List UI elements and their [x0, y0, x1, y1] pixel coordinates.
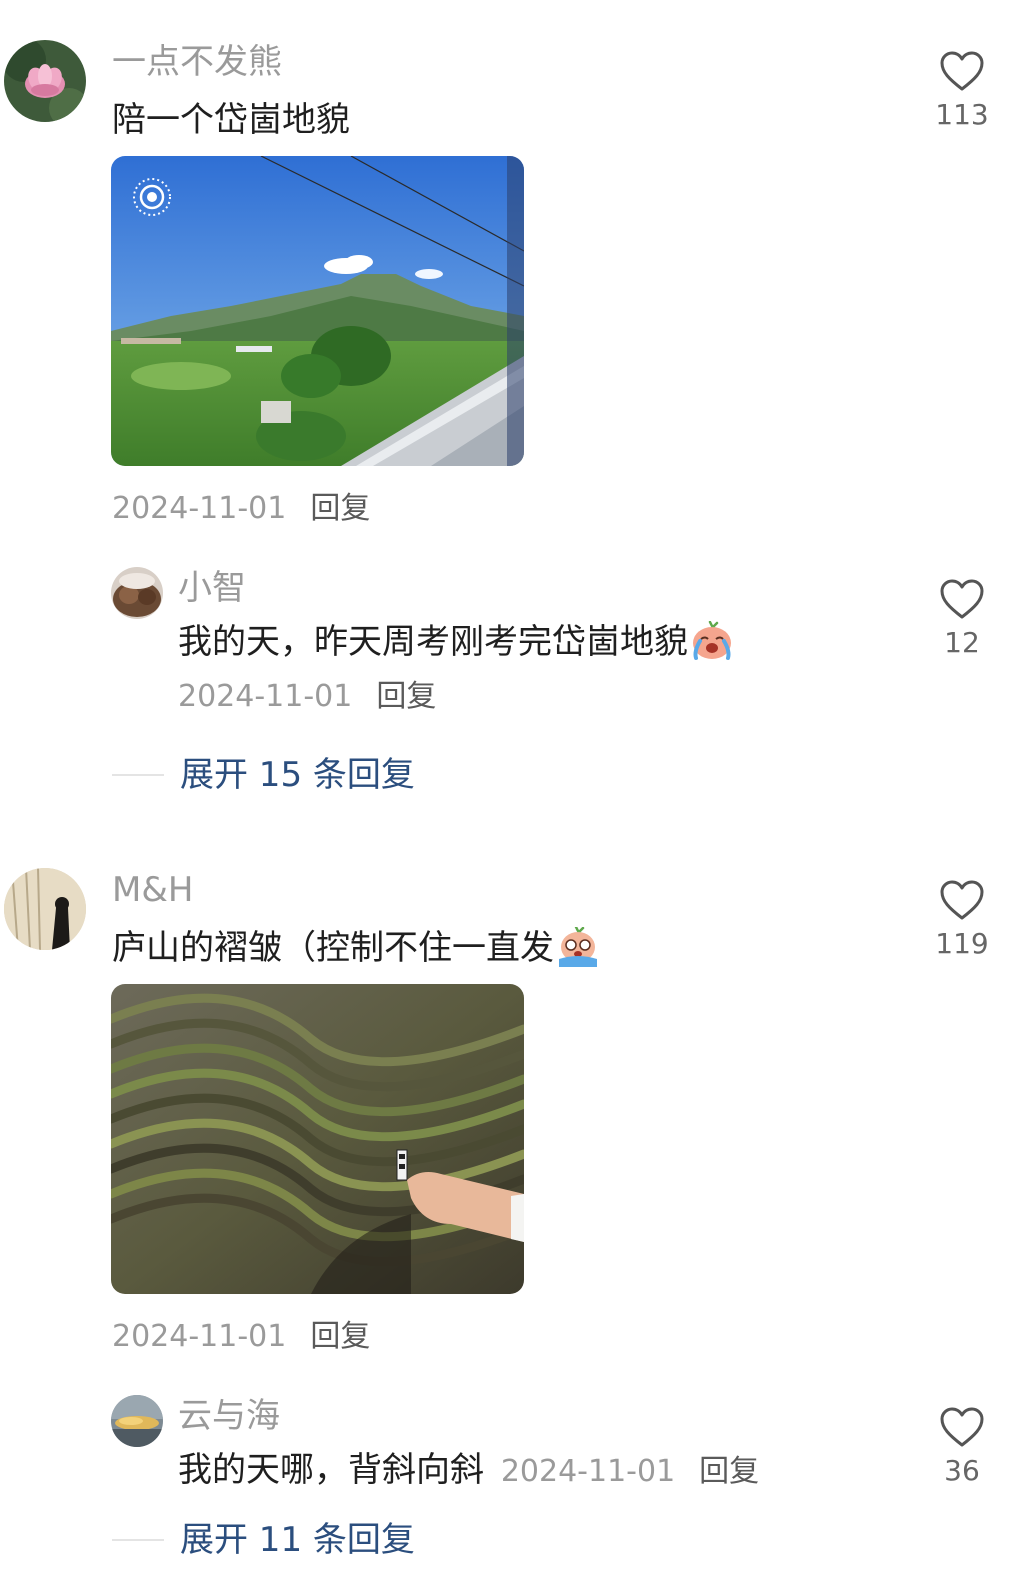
reply-meta: 2024-11-01 回复: [178, 679, 436, 715]
comment-photo-mountain[interactable]: [111, 156, 524, 466]
comment-text: 陪一个岱崮地貌: [112, 100, 350, 140]
heart-outline-icon: [940, 579, 984, 619]
comment-list: 一点不发熊 陪一个岱崮地貌 2024-11-01 回复 113 小智 我的天，昨…: [0, 0, 1033, 1596]
comment-text-content: 庐山的褶皱（控制不住一直发: [112, 928, 554, 968]
reply-button[interactable]: 回复: [310, 1319, 370, 1354]
crying-emoji-icon: [556, 925, 600, 978]
comment-photo-fold[interactable]: [111, 984, 524, 1294]
reply-date: 2024-11-01: [178, 679, 353, 714]
heart-outline-icon: [940, 880, 984, 920]
like-button[interactable]: 113: [917, 50, 1007, 132]
reply-button[interactable]: 回复: [310, 491, 370, 526]
reply-username[interactable]: 小智: [178, 568, 246, 608]
comment-meta: 2024-11-01 回复: [112, 491, 370, 527]
comment-date: 2024-11-01: [112, 491, 287, 526]
reply-meta: 2024-11-01 回复: [501, 1454, 759, 1489]
reply-text: 我的天哪，背斜向斜: [178, 1450, 484, 1490]
like-button[interactable]: 12: [917, 578, 1007, 660]
expand-replies-button[interactable]: 展开 11 条回复: [112, 1520, 415, 1560]
expand-replies-button[interactable]: 展开 15 条回复: [112, 755, 415, 795]
avatar-user-1[interactable]: [4, 40, 86, 122]
like-count: 113: [935, 98, 989, 131]
expand-replies-label[interactable]: 展开 15 条回复: [180, 755, 415, 795]
reply-text-row: 我的天哪，背斜向斜 2024-11-01 回复: [178, 1448, 759, 1492]
expand-replies-label[interactable]: 展开 11 条回复: [180, 1520, 415, 1560]
reply-text-content: 我的天，昨天周考刚考完岱崮地貌: [178, 622, 688, 662]
divider-line: [112, 1539, 164, 1541]
comment-username[interactable]: M&H: [112, 870, 193, 910]
like-count: 12: [944, 626, 980, 659]
comment-meta: 2024-11-01 回复: [112, 1319, 370, 1355]
like-count: 119: [935, 927, 989, 960]
divider-line: [112, 774, 164, 776]
like-button[interactable]: 119: [917, 879, 1007, 961]
avatar-user-reply-2[interactable]: [111, 1395, 163, 1447]
like-count: 36: [944, 1454, 980, 1487]
reply-button[interactable]: 回复: [376, 679, 436, 714]
reply-button[interactable]: 回复: [699, 1454, 759, 1489]
reply-date: 2024-11-01: [500, 1454, 676, 1489]
avatar-user-2[interactable]: [4, 868, 86, 950]
like-button[interactable]: 36: [917, 1406, 1007, 1488]
crying-emoji-icon: [690, 620, 734, 672]
comment-date: 2024-11-01: [112, 1319, 287, 1354]
heart-outline-icon: [940, 51, 984, 91]
reply-username[interactable]: 云与海: [178, 1396, 280, 1436]
comment-username[interactable]: 一点不发熊: [112, 42, 282, 82]
comment-text: 庐山的褶皱（控制不住一直发: [112, 925, 600, 978]
heart-outline-icon: [940, 1407, 984, 1447]
reply-text: 我的天，昨天周考刚考完岱崮地貌: [178, 620, 734, 672]
avatar-user-reply-1[interactable]: [111, 567, 163, 619]
